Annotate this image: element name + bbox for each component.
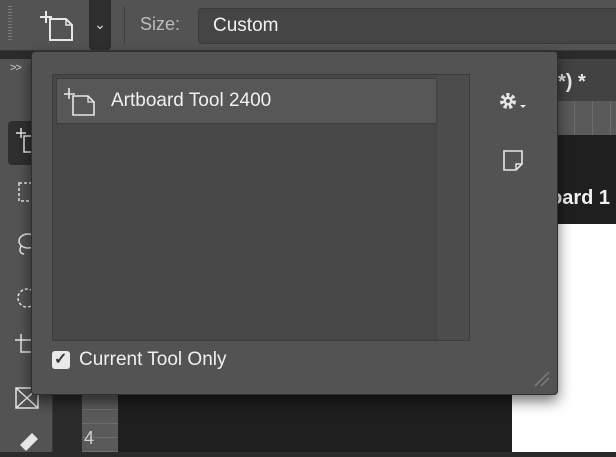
options-divider xyxy=(124,6,125,44)
ruler-number: 4 xyxy=(84,428,95,448)
collapse-toolbar-button[interactable]: >> xyxy=(10,62,22,74)
options-bar: ⌄ Size: Custom xyxy=(0,0,616,51)
artboard-tool-icon xyxy=(40,11,73,41)
document-tab-title[interactable]: *) * xyxy=(558,71,586,94)
artboard-tool-icon xyxy=(64,88,95,116)
tool-preset-picker: Artboard Tool 2400 ✓ Current Tool Only xyxy=(31,51,558,395)
preset-item-label: Artboard Tool 2400 xyxy=(111,90,272,111)
preset-item[interactable]: Artboard Tool 2400 xyxy=(56,78,438,124)
size-label: Size: xyxy=(140,14,181,34)
eyedropper-tool-icon[interactable] xyxy=(14,431,40,457)
checkmark-icon: ✓ xyxy=(54,351,68,368)
new-preset-icon[interactable] xyxy=(502,148,524,172)
preset-list-scrollbar[interactable] xyxy=(436,75,469,340)
current-tool-only-label: Current Tool Only xyxy=(79,349,227,370)
gear-icon[interactable] xyxy=(496,88,530,114)
current-tool-icon-button[interactable] xyxy=(34,4,80,44)
chevron-down-icon: ⌄ xyxy=(94,16,106,32)
tool-preset-dropdown[interactable]: ⌄ xyxy=(89,0,111,50)
size-select-value: Custom xyxy=(213,15,279,36)
options-bar-grip[interactable] xyxy=(8,6,12,42)
size-select[interactable]: Custom xyxy=(198,8,616,44)
preset-list[interactable]: Artboard Tool 2400 xyxy=(52,74,470,341)
checkbox-checked[interactable]: ✓ xyxy=(52,351,70,369)
artboard-label[interactable]: oard 1 xyxy=(550,187,610,210)
resize-grip-icon[interactable] xyxy=(531,368,551,388)
